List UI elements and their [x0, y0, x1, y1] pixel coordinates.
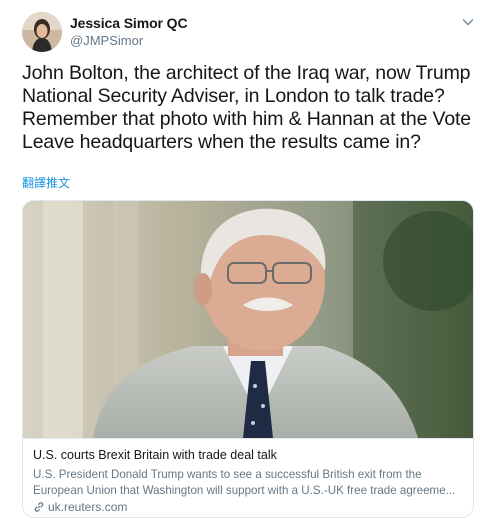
author-handle[interactable]: @JMPSimor: [70, 33, 143, 48]
link-card[interactable]: U.S. courts Brexit Britain with trade de…: [22, 200, 474, 518]
tweet: Jessica Simor QC @JMPSimor John Bolton, …: [0, 0, 480, 524]
card-title[interactable]: U.S. courts Brexit Britain with trade de…: [33, 448, 277, 462]
card-description: U.S. President Donald Trump wants to see…: [33, 468, 456, 497]
card-image[interactable]: [23, 201, 473, 438]
avatar[interactable]: [22, 12, 62, 52]
author-name[interactable]: Jessica Simor QC: [70, 15, 188, 31]
tweet-text: John Bolton, the architect of the Iraq w…: [22, 62, 471, 153]
translate-tweet-link[interactable]: 翻譯推文: [22, 174, 70, 191]
card-domain[interactable]: uk.reuters.com: [33, 500, 127, 516]
card-domain-label: uk.reuters.com: [48, 500, 128, 514]
chevron-down-icon[interactable]: [460, 14, 476, 30]
link-icon: [33, 501, 45, 516]
card-body[interactable]: U.S. courts Brexit Britain with trade de…: [23, 438, 473, 517]
